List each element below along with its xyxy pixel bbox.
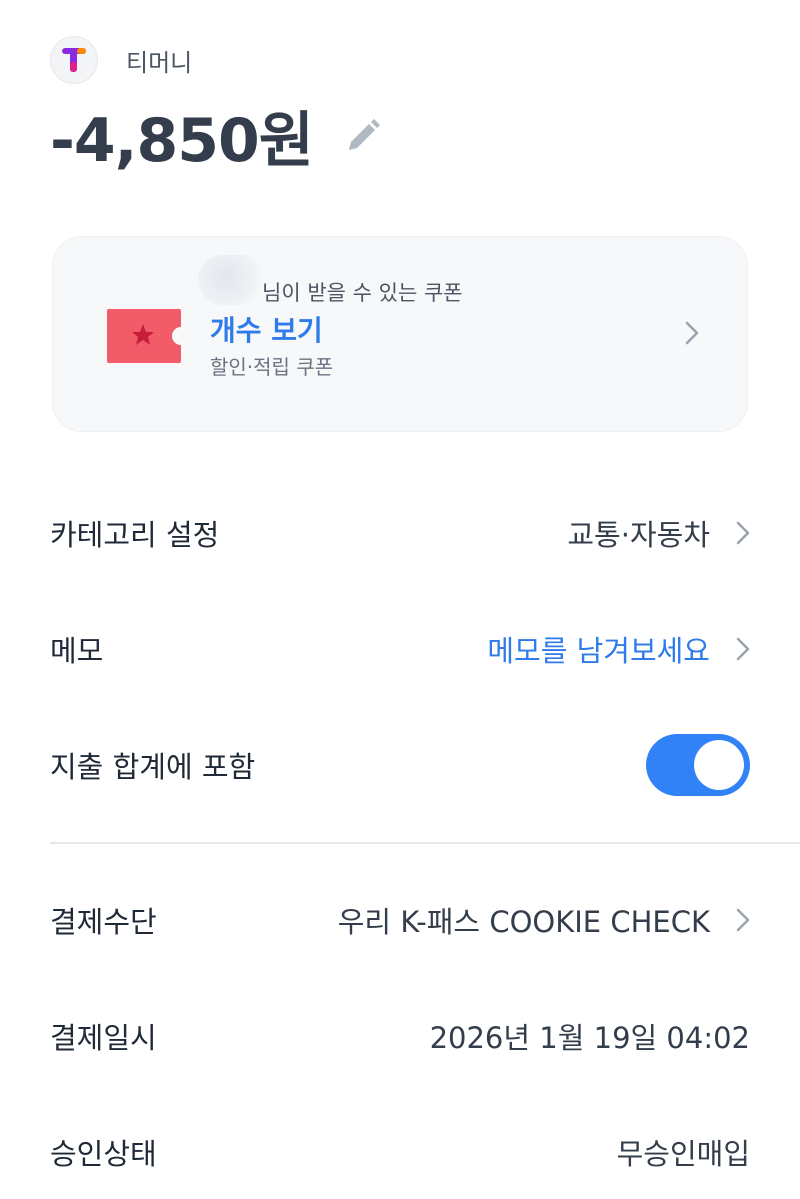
category-label: 카테고리 설정 bbox=[50, 518, 220, 552]
payment-method-row[interactable]: 결제수단 우리 K-패스 COOKIE CHECK bbox=[50, 890, 750, 950]
coupon-type-text: 할인·적립 쿠폰 bbox=[210, 355, 334, 379]
memo-row[interactable]: 메모 메모를 남겨보세요 bbox=[50, 619, 750, 679]
chevron-right-icon bbox=[685, 321, 699, 349]
section-divider bbox=[50, 842, 800, 844]
blurred-username bbox=[198, 255, 268, 305]
category-value-group: 교통·자동차 bbox=[567, 512, 750, 554]
memo-value-group: 메모를 남겨보세요 bbox=[487, 628, 750, 670]
approval-status-value: 무승인매입 bbox=[616, 1137, 750, 1171]
payment-date-value: 2026년 1월 19일 04:02 bbox=[429, 1021, 750, 1055]
chevron-right-icon bbox=[736, 521, 750, 545]
merchant-header: 티머니 bbox=[50, 36, 192, 84]
chevron-right-icon bbox=[736, 908, 750, 932]
payment-method-value-group: 우리 K-패스 COOKIE CHECK bbox=[338, 899, 750, 941]
coupon-eligibility-text: 님이 받을 수 있는 쿠폰 bbox=[198, 255, 463, 307]
payment-date-row: 결제일시 2026년 1월 19일 04:02 bbox=[50, 1006, 750, 1066]
category-row[interactable]: 카테고리 설정 교통·자동차 bbox=[50, 503, 750, 563]
approval-status-label: 승인상태 bbox=[50, 1137, 157, 1171]
approval-status-row: 승인상태 무승인매입 bbox=[50, 1122, 750, 1182]
include-total-label: 지출 합계에 포함 bbox=[50, 750, 256, 784]
memo-placeholder: 메모를 남겨보세요 bbox=[487, 634, 710, 668]
payment-method-value: 우리 K-패스 COOKIE CHECK bbox=[337, 905, 710, 939]
amount-row: -4,850원 bbox=[50, 92, 383, 179]
coupon-eligibility-label: 님이 받을 수 있는 쿠폰 bbox=[262, 281, 463, 305]
payment-method-label: 결제수단 bbox=[50, 905, 157, 939]
memo-label: 메모 bbox=[50, 634, 104, 668]
coupon-count-link[interactable]: 개수 보기 bbox=[210, 309, 463, 349]
merchant-name: 티머니 bbox=[126, 48, 193, 77]
transaction-detail-page: 티머니 -4,850원 님이 받을 수 있는 쿠폰 개수 보기 할인·적립 쿠폰 bbox=[0, 0, 800, 1199]
tmoney-logo-icon bbox=[50, 36, 98, 84]
include-total-row: 지출 합계에 포함 bbox=[50, 734, 750, 796]
payment-date-label: 결제일시 bbox=[50, 1021, 157, 1055]
include-total-toggle[interactable] bbox=[646, 734, 750, 796]
coupon-card[interactable]: 님이 받을 수 있는 쿠폰 개수 보기 할인·적립 쿠폰 bbox=[52, 236, 748, 432]
chevron-right-icon bbox=[736, 637, 750, 661]
coupon-ticket-icon bbox=[105, 307, 183, 369]
transaction-amount: -4,850원 bbox=[50, 106, 314, 176]
pencil-icon[interactable] bbox=[343, 116, 383, 156]
coupon-text: 님이 받을 수 있는 쿠폰 개수 보기 할인·적립 쿠폰 bbox=[198, 255, 463, 380]
toggle-knob bbox=[694, 740, 744, 790]
category-value: 교통·자동차 bbox=[567, 518, 710, 552]
